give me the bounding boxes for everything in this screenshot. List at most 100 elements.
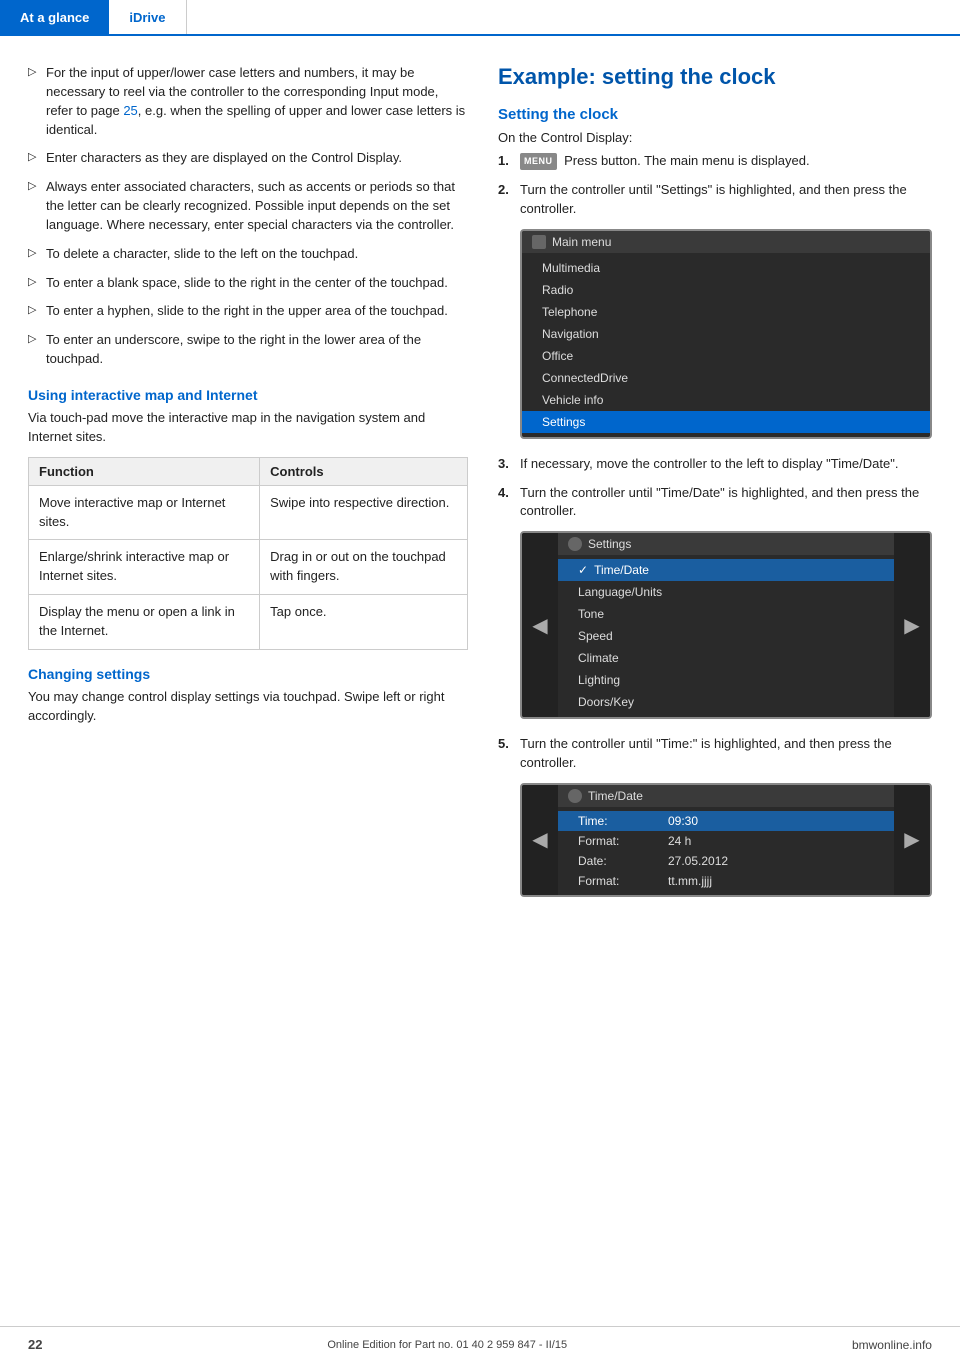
menu-item-connecteddrive: ConnectedDrive	[522, 367, 930, 389]
settings-screen-icon	[568, 537, 582, 551]
screen-titlebar-main: Main menu	[522, 231, 930, 253]
bullet-arrow-icon-6: ▷	[28, 303, 46, 321]
step-num-4: 4.	[498, 484, 520, 503]
menu-item-telephone: Telephone	[522, 301, 930, 323]
footer-website: bmwonline.info	[852, 1338, 932, 1352]
timedate-screen-icon	[568, 789, 582, 803]
step-num-1: 1.	[498, 152, 520, 171]
timedate-value-format2: tt.mm.jjjj	[668, 874, 874, 888]
bullet-text-5: To enter a blank space, slide to the rig…	[46, 274, 468, 293]
interactive-map-heading: Using interactive map and Internet	[28, 387, 468, 403]
settings-item-doors: Doors/Key	[558, 691, 894, 713]
timedate-label-format2: Format:	[578, 874, 668, 888]
bullet-list: ▷ For the input of upper/lower case lett…	[28, 64, 468, 369]
right-arrow-icon: ▶	[894, 533, 930, 717]
bullet-arrow-icon-2: ▷	[28, 150, 46, 168]
timedate-title: Time/Date	[588, 789, 643, 803]
bullet-item-5: ▷ To enter a blank space, slide to the r…	[28, 274, 468, 293]
steps-list: 1. MENU Press button. The main menu is d…	[498, 152, 932, 897]
step-3: 3. If necessary, move the controller to …	[498, 455, 932, 474]
bullet-arrow-icon-3: ▷	[28, 179, 46, 235]
main-menu-screen: Main menu Multimedia Radio Telephone Nav…	[520, 229, 932, 439]
step-1: 1. MENU Press button. The main menu is d…	[498, 152, 932, 171]
step-num-2: 2.	[498, 181, 520, 200]
bullet-text-4: To delete a character, slide to the left…	[46, 245, 468, 264]
settings-item-lighting: Lighting	[558, 669, 894, 691]
timedate-value-date: 27.05.2012	[668, 854, 874, 868]
checkmark-icon: ✓	[578, 563, 588, 577]
col-function-header: Function	[29, 457, 260, 485]
page-header: At a glance iDrive	[0, 0, 960, 36]
step-num-5: 5.	[498, 735, 520, 754]
menu-item-vehicle-info: Vehicle info	[522, 389, 930, 411]
menu-item-settings: Settings	[522, 411, 930, 433]
bullet-item-4: ▷ To delete a character, slide to the le…	[28, 245, 468, 264]
table-row-2: Enlarge/shrink interactive map or Intern…	[29, 540, 468, 595]
timedate-row-format2: Format: tt.mm.jjjj	[558, 871, 894, 891]
step-2: 2. Turn the controller until "Settings" …	[498, 181, 932, 219]
bullet-arrow-icon: ▷	[28, 65, 46, 139]
timedate-label-format1: Format:	[578, 834, 668, 848]
step-content-1: MENU Press button. The main menu is disp…	[520, 152, 932, 171]
menu-screen-icon	[532, 235, 546, 249]
timedate-rows: Time: 09:30 Format: 24 h Date: 27.05.201…	[558, 807, 894, 895]
table-cell-func-3: Display the menu or open a link in the I…	[29, 595, 260, 650]
table-cell-ctrl-3: Tap once.	[260, 595, 468, 650]
table-row-3: Display the menu or open a link in the I…	[29, 595, 468, 650]
main-menu-title: Main menu	[552, 235, 611, 249]
tab-idrive[interactable]: iDrive	[109, 0, 186, 34]
bullet-item-1: ▷ For the input of upper/lower case lett…	[28, 64, 468, 139]
page-link-25[interactable]: 25	[123, 103, 137, 118]
timedate-label-time: Time:	[578, 814, 668, 828]
settings-item-timedate: ✓Time/Date	[558, 559, 894, 581]
step-content-2: Turn the controller until "Settings" is …	[520, 181, 932, 219]
step-4: 4. Turn the controller until "Time/Date"…	[498, 484, 932, 522]
main-content: ▷ For the input of upper/lower case lett…	[0, 36, 960, 933]
left-arrow-icon: ◀	[522, 533, 558, 717]
settings-menu-items: ✓Time/Date Language/Units Tone Speed Cli…	[558, 555, 894, 717]
settings-item-tone: Tone	[558, 603, 894, 625]
timedate-right-arrow-icon: ▶	[894, 785, 930, 895]
bullet-text-7: To enter an underscore, swipe to the rig…	[46, 331, 468, 369]
settings-item-climate: Climate	[558, 647, 894, 669]
setting-clock-subheading: Setting the clock	[498, 106, 932, 123]
settings-item-language: Language/Units	[558, 581, 894, 603]
bullet-item-3: ▷ Always enter associated characters, su…	[28, 178, 468, 235]
table-cell-func-1: Move interactive map or Internet sites.	[29, 485, 260, 540]
intro-text: On the Control Display:	[498, 129, 932, 148]
settings-item-speed: Speed	[558, 625, 894, 647]
bullet-arrow-icon-5: ▷	[28, 275, 46, 293]
timedate-left-arrow-icon: ◀	[522, 785, 558, 895]
bullet-text-6: To enter a hyphen, slide to the right in…	[46, 302, 468, 321]
table-cell-ctrl-2: Drag in or out on the touchpad with fing…	[260, 540, 468, 595]
settings-title: Settings	[588, 537, 631, 551]
step-num-3: 3.	[498, 455, 520, 474]
table-cell-func-2: Enlarge/shrink interactive map or Intern…	[29, 540, 260, 595]
timedate-screen: ◀ Time/Date Time: 09:30	[520, 783, 932, 897]
timedate-titlebar: Time/Date	[558, 785, 894, 807]
step-content-3: If necessary, move the controller to the…	[520, 455, 932, 474]
menu-item-office: Office	[522, 345, 930, 367]
bullet-item-6: ▷ To enter a hyphen, slide to the right …	[28, 302, 468, 321]
table-cell-ctrl-1: Swipe into respective direction.	[260, 485, 468, 540]
bullet-item-7: ▷ To enter an underscore, swipe to the r…	[28, 331, 468, 369]
table-row-1: Move interactive map or Internet sites. …	[29, 485, 468, 540]
timedate-label-date: Date:	[578, 854, 668, 868]
interactive-map-para: Via touch-pad move the interactive map i…	[28, 409, 468, 447]
menu-item-radio: Radio	[522, 279, 930, 301]
timedate-row-date: Date: 27.05.2012	[558, 851, 894, 871]
col-controls-header: Controls	[260, 457, 468, 485]
menu-item-navigation: Navigation	[522, 323, 930, 345]
bullet-arrow-icon-7: ▷	[28, 332, 46, 369]
example-heading: Example: setting the clock	[498, 64, 932, 90]
function-table: Function Controls Move interactive map o…	[28, 457, 468, 650]
footer-edition-text: Online Edition for Part no. 01 40 2 959 …	[327, 1339, 567, 1351]
step-5: 5. Turn the controller until "Time:" is …	[498, 735, 932, 773]
page-footer: 22 Online Edition for Part no. 01 40 2 9…	[0, 1326, 960, 1362]
bullet-item-2: ▷ Enter characters as they are displayed…	[28, 149, 468, 168]
changing-settings-heading: Changing settings	[28, 666, 468, 682]
tab-at-glance[interactable]: At a glance	[0, 0, 109, 34]
right-column: Example: setting the clock Setting the c…	[498, 64, 932, 913]
bullet-arrow-icon-4: ▷	[28, 246, 46, 264]
timedate-value-format1: 24 h	[668, 834, 874, 848]
